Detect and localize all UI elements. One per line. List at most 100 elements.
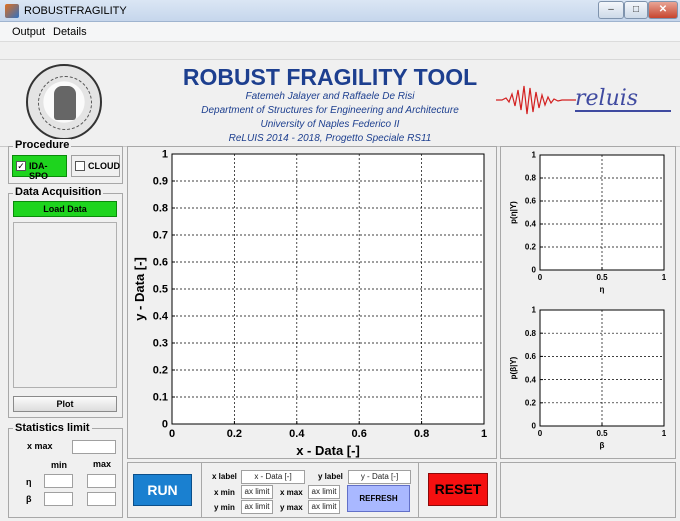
cloud-label: CLOUD [88,161,120,171]
x-axis-label: β [600,441,605,450]
reluis-logo-text: reluis [575,86,639,111]
reluis-logo-underline [575,110,671,112]
minimize-button[interactable]: – [598,1,624,19]
load-data-button[interactable]: Load Data [13,201,117,217]
university-line: University of Naples Federico II [260,119,400,130]
ymax-label: y max [280,503,303,512]
y-tick-label: 0.4 [525,220,537,229]
statistics-limit-label: Statistics limit [13,422,92,434]
x-tick-label: 0.8 [414,428,429,440]
y-tick-label: 0.2 [153,365,168,377]
minimize-icon: – [608,4,614,15]
ymax-input[interactable]: ax limit [308,500,340,514]
y-axis-label: p(η|Y) [509,201,518,224]
y-tick-label: 0.6 [525,352,537,361]
matlab-app-icon [5,4,19,18]
menu-details[interactable]: Details [53,26,87,38]
title-bar: ROBUSTFRAGILITY – □ ✕ [0,0,680,22]
page-title: ROBUST FRAGILITY TOOL [182,64,478,90]
seismogram-logo-icon [496,85,576,115]
y-tick-label: 0.4 [153,311,169,323]
eta-distribution-plot[interactable]: 0 0.5 1 0 0.2 0.4 0.6 0.8 1 η p(η|Y) [500,146,676,302]
y-tick-label: 0.8 [525,329,537,338]
reset-button[interactable]: RESET [428,473,488,506]
y-tick-label: 1 [162,149,168,161]
y-tick-label: 0 [532,266,537,275]
beta-max-input[interactable] [87,492,116,506]
x-tick-label: 0 [538,429,543,438]
eta-max-input[interactable] [87,474,116,488]
x-tick-label: 0.2 [227,428,242,440]
xmin-input[interactable]: ax limit [241,485,273,499]
xmax-stat-input[interactable] [72,440,116,454]
run-divider [201,462,202,518]
beta-min-input[interactable] [44,492,73,506]
x-tick-label: 0.5 [596,273,608,282]
x-tick-label: 0.6 [352,428,367,440]
x-tick-label: 1 [662,429,667,438]
beta-distribution-plot[interactable]: 0 0.5 1 0 0.2 0.4 0.6 0.8 1 β p(β|Y) [500,302,676,459]
eta-row-label: η [26,477,32,487]
menu-output[interactable]: Output [12,26,45,38]
y-tick-label: 0.2 [525,243,537,252]
x-tick-label: 0 [169,428,175,440]
university-seal-logo [26,64,102,140]
x-tick-label: 0 [538,273,543,282]
y-tick-label: 0.3 [153,338,168,350]
ylabel-label: y label [318,472,343,481]
x-tick-label: 0.4 [289,428,305,440]
y-tick-label: 0.8 [525,174,537,183]
y-tick-label: 0.9 [153,176,168,188]
max-column-label: max [93,459,112,469]
y-tick-label: 0.5 [153,284,168,296]
menu-bar: Output Details [0,22,680,42]
x-axis-label: x - Data [-] [296,443,360,458]
ida-spo-check-icon: ✓ [16,161,26,171]
min-column-label: min [51,460,68,470]
xmin-label: x min [214,488,235,497]
ymin-input[interactable]: ax limit [241,500,273,514]
maximize-button[interactable]: □ [624,1,648,19]
ida-spo-checkbox[interactable]: ✓ IDA-SPO [12,155,67,181]
main-plot[interactable]: 0 0.2 0.4 0.6 0.8 1 0 0.1 0.2 0.3 0.4 0.5 0.6 0.7 0.8 0… [127,146,497,459]
y-tick-label: 1 [532,306,537,315]
y-tick-label: 0.2 [525,398,537,407]
y-tick-label: 0.8 [153,203,168,215]
xmax-input[interactable]: ax limit [308,485,340,499]
controls-panel-right [500,462,676,518]
xmax-label: x max [280,488,303,497]
eta-min-input[interactable] [44,474,73,488]
close-button[interactable]: ✕ [648,1,678,19]
refresh-button[interactable]: REFRESH [347,485,410,512]
toolbar-strip [0,42,680,60]
window-title: ROBUSTFRAGILITY [24,5,127,17]
maximize-icon: □ [632,4,640,15]
cloud-checkbox[interactable]: CLOUD [71,155,120,177]
plot-button[interactable]: Plot [13,396,117,412]
xlabel-label: x label [212,472,237,481]
y-tick-label: 0.6 [525,197,537,206]
y-tick-label: 1 [532,151,537,160]
y-axis-label: p(β|Y) [509,356,518,379]
cloud-check-icon [75,161,85,171]
x-axis-label: η [600,285,605,294]
ida-spo-label: IDA-SPO [29,161,49,181]
ymin-label: y min [214,503,235,512]
x-tick-label: 1 [662,273,667,282]
close-icon: ✕ [658,4,668,15]
x-tick-label: 1 [481,428,487,440]
y-tick-label: 0.1 [153,392,168,404]
x-tick-label: 0.5 [596,429,608,438]
run-button[interactable]: RUN [133,474,192,506]
project-line: ReLUIS 2014 - 2018, Progetto Speciale RS… [228,133,432,144]
xmax-stat-label: x max [27,441,53,451]
reset-divider [418,462,419,518]
y-tick-label: 0.6 [153,257,168,269]
data-listbox[interactable] [13,222,117,388]
beta-row-label: β [26,494,32,504]
procedure-label: Procedure [13,139,72,151]
y-tick-label: 0.4 [525,375,537,384]
xlabel-input[interactable]: x - Data [-] [241,470,305,484]
ylabel-input[interactable]: y - Data [-] [348,470,411,484]
department-line: Department of Structures for Engineering… [201,105,459,116]
